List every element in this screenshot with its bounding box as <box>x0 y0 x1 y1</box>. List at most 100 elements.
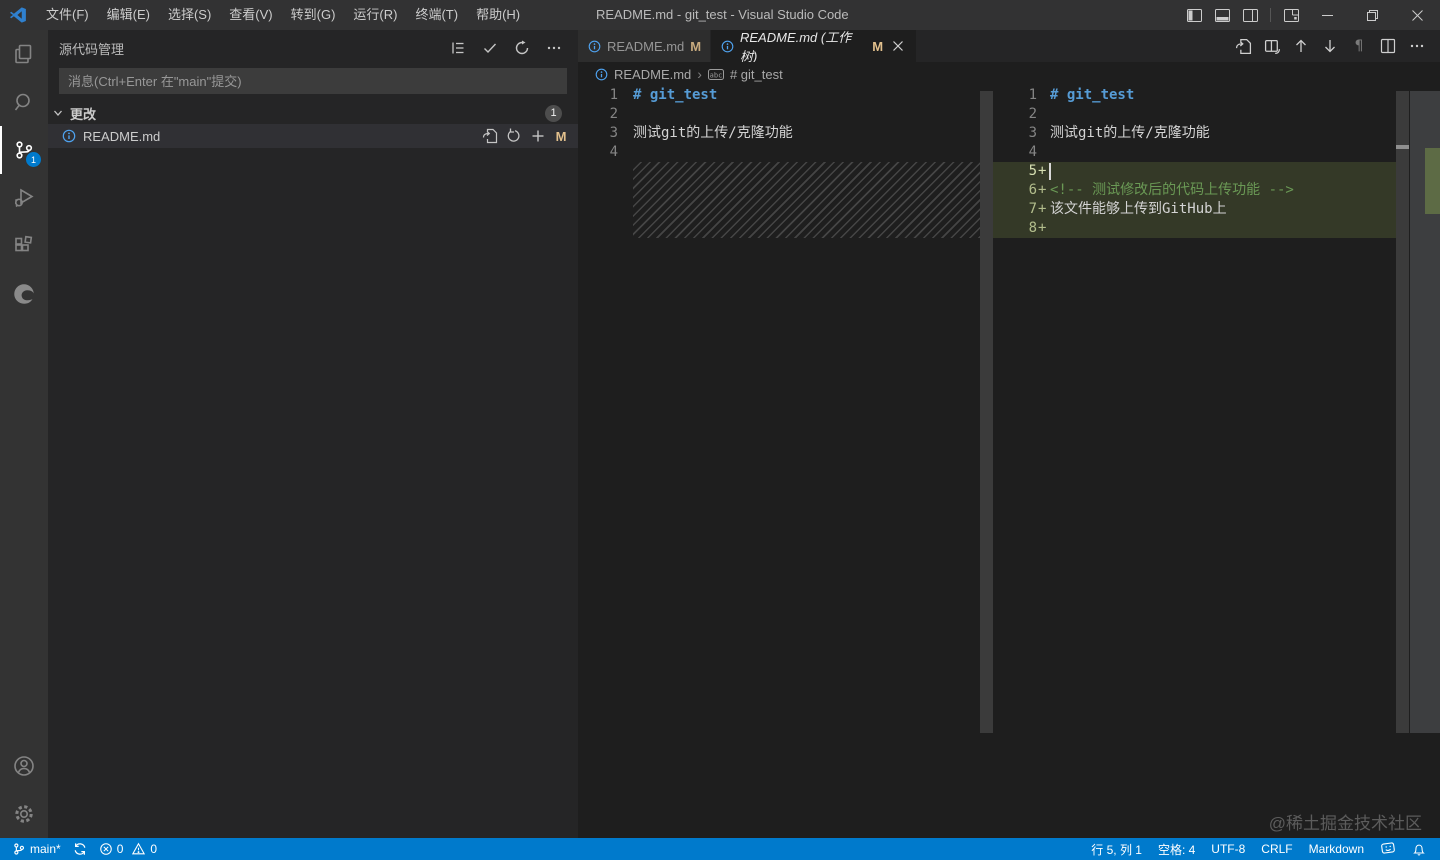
code-line[interactable]: 7+该文件能够上传到GitHub上 <box>993 200 1396 219</box>
restore-button[interactable] <box>1350 0 1395 30</box>
scm-count-badge: 1 <box>25 151 42 168</box>
menubar-item[interactable]: 运行(R) <box>344 0 406 30</box>
file-info-icon <box>721 40 734 53</box>
menubar-item[interactable]: 选择(S) <box>159 0 220 30</box>
menubar-item[interactable]: 帮助(H) <box>467 0 529 30</box>
left-scrollbar[interactable] <box>980 91 993 733</box>
line-number: 2 <box>578 105 618 124</box>
close-window-button[interactable] <box>1395 0 1440 30</box>
language-mode[interactable]: Markdown <box>1301 838 1372 860</box>
file-info-icon <box>62 129 76 143</box>
commit-check-icon[interactable] <box>480 38 500 58</box>
eol-sequence[interactable]: CRLF <box>1253 838 1300 860</box>
added-line-marker: + <box>1037 162 1047 181</box>
previous-change-icon[interactable] <box>1292 37 1310 55</box>
inline-view-icon[interactable] <box>1263 37 1281 55</box>
tab-readme[interactable]: README.md M <box>578 30 711 62</box>
diff-modified-pane[interactable]: 1# git_test23测试git的上传/克隆功能45+6+<!-- 测试修改… <box>993 86 1440 838</box>
branch-indicator[interactable]: main* <box>6 838 67 860</box>
code-line[interactable]: 4 <box>578 143 980 162</box>
diff-overview-ruler[interactable] <box>1410 91 1440 733</box>
code-line[interactable]: 1# git_test <box>993 86 1396 105</box>
title-bar: 文件(F)编辑(E)选择(S)查看(V)转到(G)运行(R)终端(T)帮助(H)… <box>0 0 1440 30</box>
changes-section-header[interactable]: 更改 1 <box>48 102 578 124</box>
code-line[interactable]: 4 <box>993 143 1396 162</box>
menubar-item[interactable]: 文件(F) <box>37 0 98 30</box>
changed-file-name: README.md <box>83 129 160 144</box>
added-line-marker: + <box>1037 219 1047 238</box>
text-cursor <box>1049 163 1051 180</box>
view-as-tree-icon[interactable] <box>448 38 468 58</box>
more-actions-icon[interactable] <box>1408 37 1426 55</box>
toggle-sidebar-icon[interactable] <box>1180 0 1208 30</box>
breadcrumb-symbol[interactable]: # git_test <box>730 67 783 82</box>
toggle-secondary-sidebar-icon[interactable] <box>1236 0 1264 30</box>
search-icon[interactable] <box>0 78 48 126</box>
next-change-icon[interactable] <box>1321 37 1339 55</box>
git-modified-badge: M <box>554 129 568 144</box>
line-number: 2 <box>993 105 1037 124</box>
notifications-bell-icon[interactable] <box>1404 838 1434 860</box>
vscode-logo-icon <box>9 6 27 24</box>
commit-message-input[interactable] <box>59 68 567 94</box>
extensions-icon[interactable] <box>0 222 48 270</box>
code-line[interactable]: 5+ <box>993 162 1396 181</box>
code-line[interactable]: 8+ <box>993 219 1396 238</box>
settings-gear-icon[interactable] <box>0 790 48 838</box>
explorer-icon[interactable] <box>0 30 48 78</box>
encoding[interactable]: UTF-8 <box>1203 838 1253 860</box>
code-line[interactable]: 3测试git的上传/克隆功能 <box>993 124 1396 143</box>
refresh-icon[interactable] <box>512 38 532 58</box>
code-text: 测试git的上传/克隆功能 <box>1050 124 1210 143</box>
error-count: 0 <box>117 842 124 856</box>
edge-devtools-icon[interactable] <box>0 270 48 318</box>
source-control-icon[interactable]: 1 <box>0 126 48 174</box>
cursor-position[interactable]: 行 5, 列 1 <box>1083 838 1150 860</box>
breadcrumb-file[interactable]: README.md <box>614 67 691 82</box>
stage-changes-icon[interactable] <box>530 128 546 144</box>
accounts-icon[interactable] <box>0 742 48 790</box>
minimize-button[interactable] <box>1305 0 1350 30</box>
toggle-panel-icon[interactable] <box>1208 0 1236 30</box>
open-changes-icon[interactable] <box>1234 37 1252 55</box>
indentation[interactable]: 空格: 4 <box>1150 838 1203 860</box>
run-debug-icon[interactable] <box>0 174 48 222</box>
code-text: 测试git的上传/克隆功能 <box>633 124 793 143</box>
tab-readme-working-tree[interactable]: README.md (工作树) M <box>711 30 916 62</box>
menubar-item[interactable]: 编辑(E) <box>98 0 159 30</box>
code-text: # git_test <box>633 86 717 105</box>
svg-text:abc: abc <box>710 71 723 79</box>
code-line[interactable]: 1# git_test <box>578 86 980 105</box>
code-line[interactable]: 3测试git的上传/克隆功能 <box>578 124 980 143</box>
breadcrumb[interactable]: README.md › abc # git_test <box>578 62 1440 86</box>
changes-count-badge: 1 <box>545 105 562 122</box>
menubar-item[interactable]: 终端(T) <box>406 0 467 30</box>
more-actions-icon[interactable] <box>544 38 564 58</box>
feedback-icon[interactable] <box>1372 838 1404 860</box>
code-line[interactable]: 2 <box>578 105 980 124</box>
customize-layout-icon[interactable] <box>1277 0 1305 30</box>
file-info-icon <box>588 40 601 53</box>
sync-changes-button[interactable] <box>67 838 93 860</box>
diff-original-pane[interactable]: 1# git_test23测试git的上传/克隆功能4 <box>578 86 993 838</box>
changed-file-row[interactable]: README.md M <box>48 124 578 148</box>
juejin-watermark: @稀土掘金技术社区 <box>1269 809 1422 834</box>
tab-git-badge: M <box>690 39 701 54</box>
file-info-icon <box>595 68 608 81</box>
added-line-marker <box>1037 143 1047 162</box>
code-line[interactable]: 6+<!-- 测试修改后的代码上传功能 --> <box>993 181 1396 200</box>
overview-added-marker <box>1425 148 1440 214</box>
close-tab-icon[interactable] <box>890 38 906 54</box>
right-scrollbar[interactable] <box>1396 91 1409 733</box>
tab-bar: README.md M README.md (工作树) M <box>578 30 1440 62</box>
tab-label: README.md (工作树) <box>740 27 865 65</box>
code-line[interactable]: 2 <box>993 105 1396 124</box>
whitespace-toggle-icon[interactable]: ¶ <box>1350 37 1368 55</box>
menubar-item[interactable]: 转到(G) <box>282 0 345 30</box>
menubar-item[interactable]: 查看(V) <box>220 0 281 30</box>
problems-indicator[interactable]: 0 0 <box>93 838 163 860</box>
split-editor-icon[interactable] <box>1379 37 1397 55</box>
discard-changes-icon[interactable] <box>506 128 522 144</box>
breadcrumb-chevron-icon: › <box>697 66 702 82</box>
open-file-icon[interactable] <box>482 128 498 144</box>
